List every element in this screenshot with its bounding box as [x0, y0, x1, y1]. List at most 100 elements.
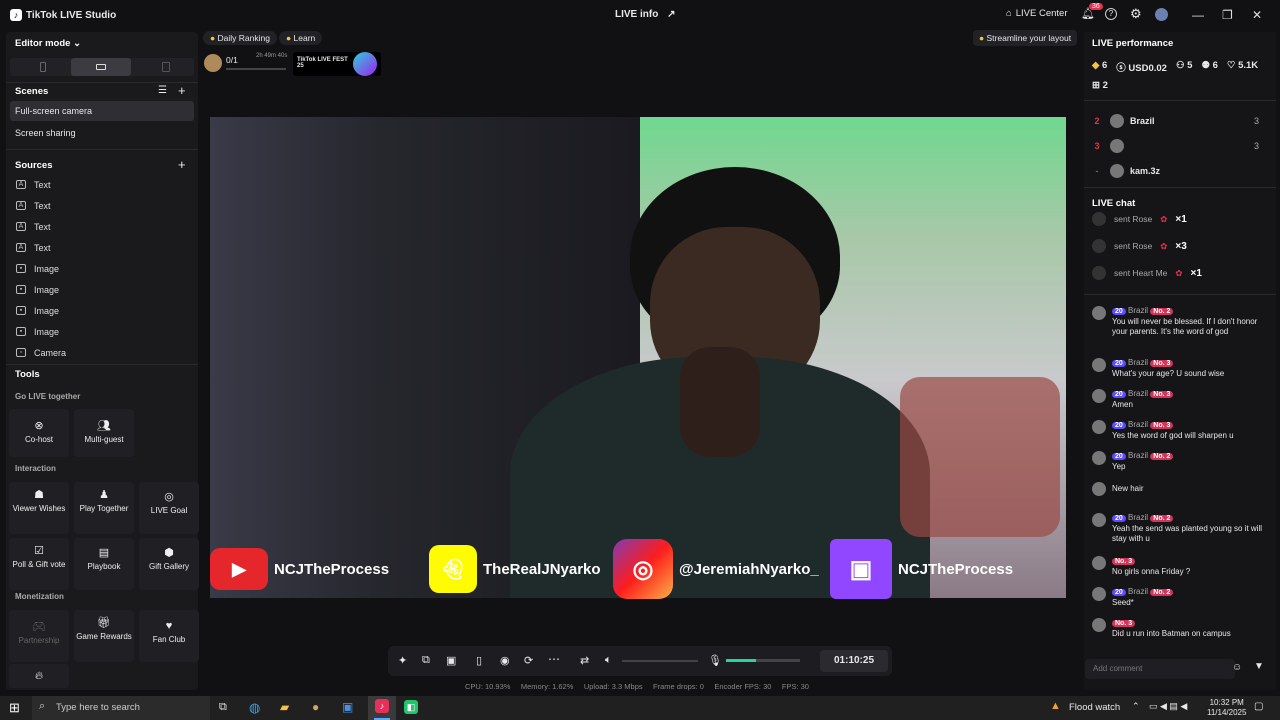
layout-icon[interactable]: ▣ [446, 654, 456, 667]
task-view-icon[interactable]: ⧉ [219, 701, 227, 714]
live-goal-button[interactable]: ◎ LIVE Goal [139, 482, 199, 534]
sources-title: Sources [15, 160, 53, 171]
tiktok-taskbar-button[interactable]: ♪ [368, 696, 396, 720]
scene-item-screen-sharing[interactable]: Screen sharing [15, 128, 76, 138]
portrait-icon[interactable] [40, 62, 46, 72]
windows-start-icon[interactable]: ⊞ [9, 700, 20, 716]
source-item[interactable]: ▪ Image [6, 258, 198, 279]
close-icon[interactable]: ✕ [1252, 8, 1262, 22]
leaderboard-row[interactable]: - kam.3z [1084, 159, 1276, 183]
chat-username: Brazil [1128, 389, 1149, 398]
record-icon[interactable]: ◉ [500, 654, 510, 667]
rotate-icon[interactable]: ⟳ [524, 654, 533, 667]
app-icon[interactable]: ● [312, 700, 319, 714]
source-item[interactable]: A Text [6, 237, 198, 258]
microphone-icon[interactable]: 🎙︎ [708, 654, 722, 667]
speaker-icon[interactable]: 🔈︎ [605, 654, 612, 667]
poll-gift-vote-button[interactable]: ☑ Poll & Gift vote [9, 538, 69, 590]
source-item[interactable]: ▪ Image [6, 300, 198, 321]
source-item[interactable]: ▪ Image [6, 321, 198, 342]
filter-icon[interactable]: ▼ [1254, 661, 1264, 672]
source-item[interactable]: A Text [6, 195, 198, 216]
cohost-button[interactable]: ⊗ Co-host [9, 409, 69, 457]
streamline-label: Streamline your layout [986, 33, 1072, 43]
followers-value: 6 [1212, 60, 1218, 71]
learn-button[interactable]: ● Learn [279, 31, 323, 45]
tray-chevron-icon[interactable]: ⌃ [1132, 701, 1140, 712]
level-badge: 20 [1112, 422, 1126, 429]
landscape-tab[interactable] [71, 58, 131, 76]
frame-drops-stat: Frame drops: 0 [653, 682, 704, 691]
followers-stat: ⚉ 6 [1201, 60, 1217, 74]
ranking-widget[interactable]: 0/1 2h 49m 40s [204, 52, 288, 74]
stream-preview[interactable] [210, 117, 1066, 598]
reward-icon: 🎁︎ [97, 617, 111, 629]
leaderboard-row[interactable]: 33 [1084, 134, 1276, 158]
editor-mode-dropdown[interactable]: Editor mode ⌄ [15, 38, 81, 49]
viewer-wishes-button[interactable]: ☗ Viewer Wishes [9, 482, 69, 534]
avatar[interactable] [1155, 8, 1168, 21]
add-source-icon[interactable]: + [178, 157, 186, 172]
folder-icon[interactable]: ▰ [280, 700, 289, 714]
gift-gallery-label: Gift Gallery [148, 562, 189, 571]
emoji-icon[interactable]: ☺ [1232, 662, 1242, 673]
flame-icon: 🔥︎ [34, 670, 44, 682]
notification-center-icon[interactable]: ▢ [1254, 701, 1263, 712]
gift-icon: ⊞ [1092, 80, 1100, 91]
go-live-together-label: Go LIVE together [15, 392, 81, 401]
store-icon[interactable]: ▣ [342, 700, 353, 714]
sources-list: A Text A Text A Text A Text ▪ Image ▪ Image ▪ Image ▪ I… [6, 174, 198, 363]
mic-volume-slider[interactable] [726, 659, 800, 662]
live-fest-banner[interactable]: TikTok LIVE FEST 25 [293, 52, 381, 76]
green-app-icon[interactable]: ◧ [404, 700, 418, 714]
gift-gallery-button[interactable]: ⬢ Gift Gallery [139, 538, 199, 590]
minimize-icon[interactable]: — [1192, 8, 1204, 22]
taskbar-search[interactable]: ⌕ Type here to search [32, 696, 210, 720]
edge-icon[interactable]: ◍ [249, 700, 260, 716]
list-icon[interactable]: ☰ [158, 85, 167, 96]
fan-club-button[interactable]: ♥ Fan Club [139, 610, 199, 662]
divider [6, 364, 198, 365]
clock[interactable]: 10:32 PM 11/14/2025 [1207, 698, 1246, 718]
daily-ranking-button[interactable]: ● Daily Ranking [203, 31, 277, 45]
help-icon[interactable]: ? [1105, 8, 1117, 20]
landscape-icon [96, 64, 106, 70]
scene-item-full-screen-camera[interactable]: Full-screen camera [10, 101, 194, 121]
add-scene-icon[interactable]: + [178, 83, 186, 98]
source-item[interactable]: A Text [6, 216, 198, 237]
source-item[interactable]: A Text [6, 174, 198, 195]
leaderboard-score: 3 [1254, 141, 1260, 151]
live-center-button[interactable]: ⌂ LIVE Center [1006, 8, 1068, 19]
playbook-button[interactable]: ▤ Playbook [74, 538, 134, 590]
status-line: CPU: 10.93% Memory: 1.62% Upload: 3.3 Mb… [465, 682, 809, 691]
magic-wand-icon[interactable]: ✦ [398, 654, 407, 667]
gear-icon[interactable]: ⚙ [1130, 6, 1142, 22]
share-icon: ↗ [667, 9, 676, 20]
partnership-button[interactable]: 🎮︎ Partnership [9, 610, 69, 662]
source-item[interactable]: ▫ Camera [6, 342, 198, 363]
source-item[interactable]: ▪ Image [6, 279, 198, 300]
comment-input[interactable]: Add comment [1085, 659, 1235, 679]
mixer-icon[interactable]: ⇄ [580, 654, 589, 667]
rank-badge: No. 3 [1150, 391, 1174, 398]
game-rewards-button[interactable]: 🎁︎ Game Rewards [74, 610, 134, 662]
speaker-volume-slider[interactable] [622, 660, 698, 662]
more-icon[interactable]: ⋯ [548, 652, 560, 666]
chat-message: 20 Brazil No. 3 Yes the word of god will … [1092, 420, 1270, 441]
flame-button[interactable]: 🔥︎ [9, 664, 69, 688]
streamline-layout-button[interactable]: ● Streamline your layout [973, 30, 1078, 46]
twitch-handle: NCJTheProcess [898, 560, 1014, 578]
live-info-button[interactable]: LIVE info ↗ [615, 9, 676, 20]
effects-icon[interactable]: ⧉ [422, 654, 430, 667]
leaderboard-row[interactable]: 2 Brazil 3 [1084, 109, 1276, 133]
play-together-button[interactable]: ♟ Play Together [74, 482, 134, 534]
restore-icon[interactable]: ❐ [1222, 8, 1233, 22]
multiguest-button[interactable]: 👥︎ Multi-guest [74, 409, 134, 457]
tray-icons[interactable]: ▭ ◀ ▤ ◀︎ [1149, 701, 1187, 712]
play-icon: ♟ [99, 489, 109, 501]
viewer-wishes-label: Viewer Wishes [12, 504, 66, 513]
phone-icon[interactable]: ▯ [476, 654, 482, 667]
dual-icon[interactable] [162, 62, 170, 72]
avatar [1092, 451, 1106, 465]
weather-label[interactable]: Flood watch [1069, 702, 1120, 713]
